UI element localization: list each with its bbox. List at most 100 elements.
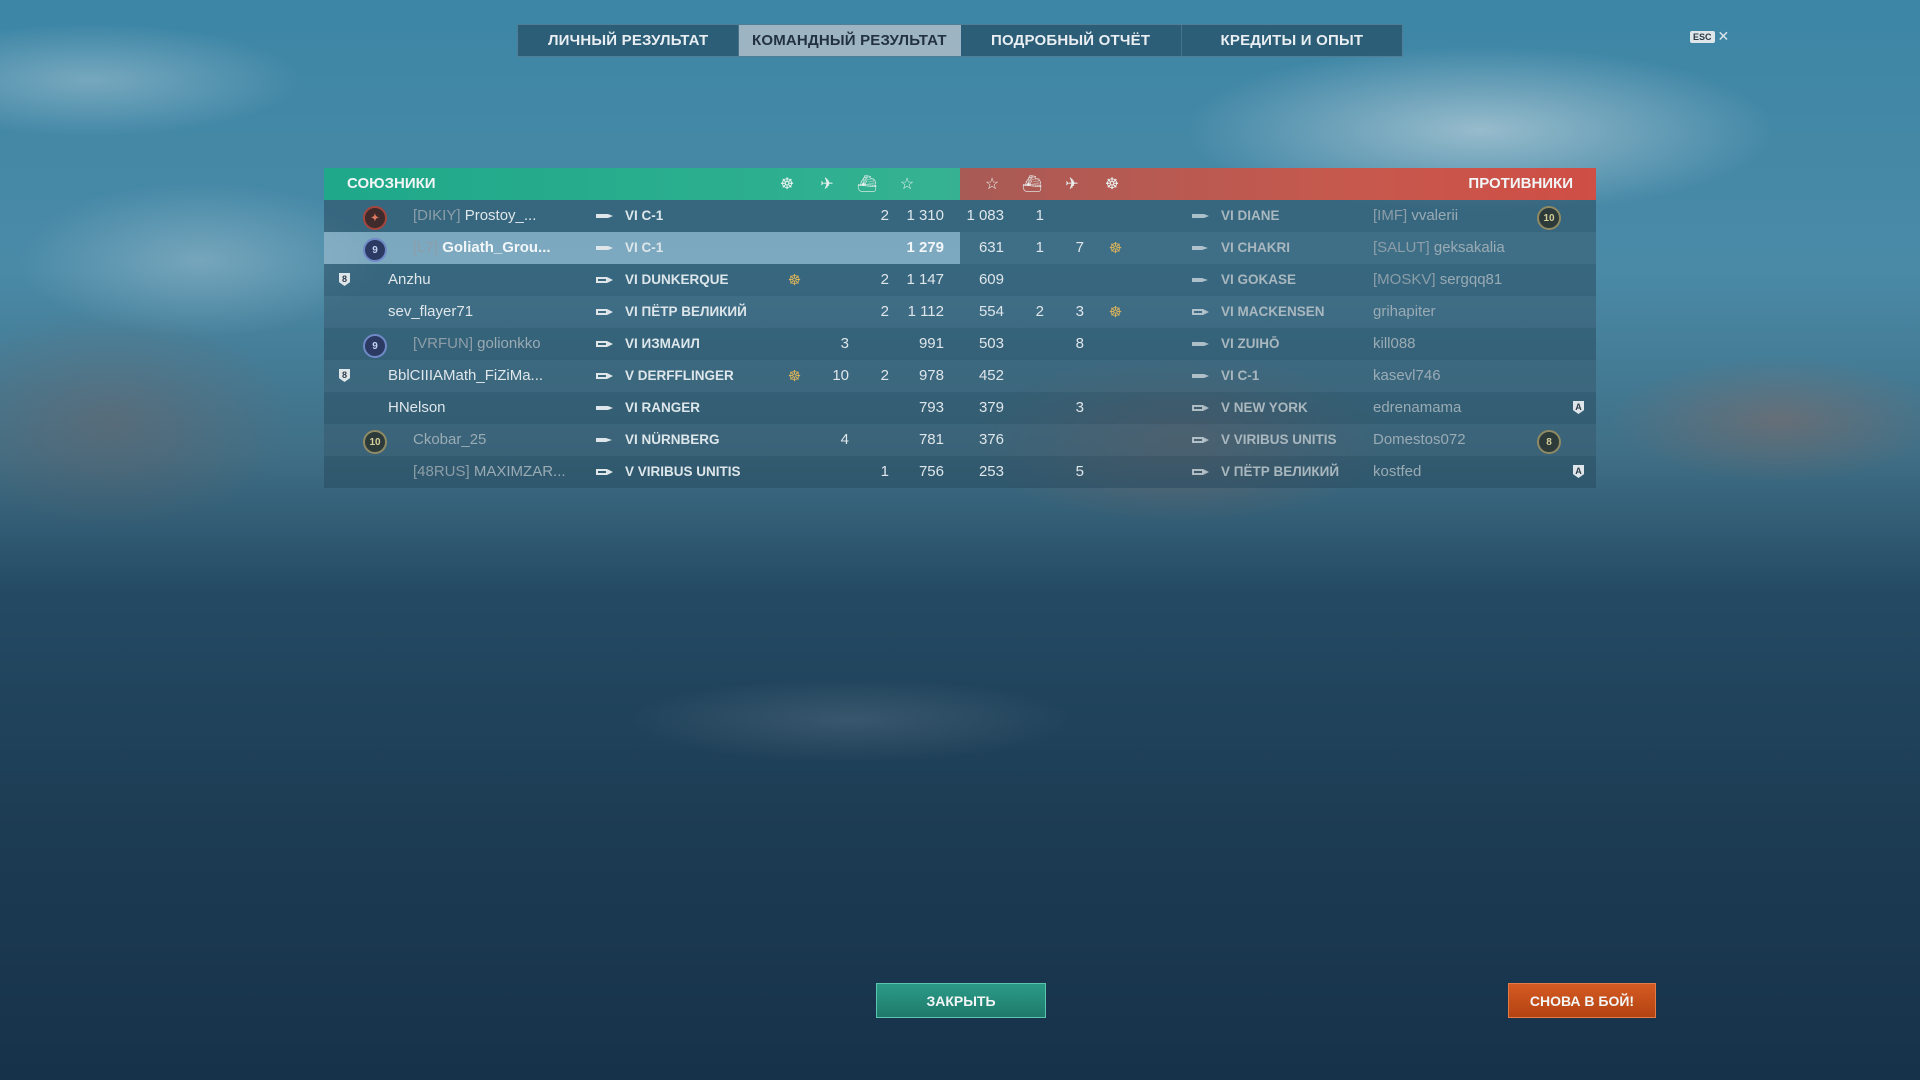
xp-value: 1 147: [906, 271, 944, 288]
kills-value: 1: [1035, 239, 1044, 256]
ally-row[interactable]: 9 [VRFUN] golionkko VI ИЗМАИЛ 3 991: [324, 328, 960, 360]
clan-tag: [IMF]: [1373, 207, 1408, 224]
ally-row[interactable]: sev_flayer71 VI ПЁТР ВЕЛИКИЙ 2 1 112: [324, 296, 960, 328]
carrier-class-icon: [1192, 214, 1209, 218]
enemies-title: ПРОТИВНИКИ: [1468, 175, 1573, 192]
player-nick: Ckobar_25: [413, 431, 487, 448]
ship-name: VI DIANE: [1221, 208, 1280, 223]
close-button[interactable]: ЗАКРЫТЬ: [876, 983, 1046, 1018]
xp-value: 1 083: [966, 207, 1004, 224]
carrier-class-icon: [596, 406, 613, 410]
player-name: BblCIIIAMath_FiZiMa...: [388, 360, 543, 392]
level-badge-icon: 10: [1537, 206, 1561, 230]
tab-1[interactable]: ЛИЧНЫЙ РЕЗУЛЬТАТ: [518, 25, 740, 56]
tab-4[interactable]: КРЕДИТЫ И ОПЫТ: [1182, 25, 1402, 56]
planes-value: 5: [1075, 463, 1084, 480]
ship-name: V VIRIBUS UNITIS: [625, 464, 741, 479]
ally-row[interactable]: 8 BblCIIIAMath_FiZiMa... V DERFFLINGER ☸ 10 2…: [324, 360, 960, 392]
tab-3[interactable]: ПОДРОБНЫЙ ОТЧЁТ: [961, 25, 1182, 56]
enemy-row[interactable]: 503 8 VI ZUIHŌ kill088: [960, 328, 1596, 360]
ally-row[interactable]: [48RUS] MAXIMZAR... V VIRIBUS UNITIS 1 756: [324, 456, 960, 488]
ship-kill-icon: ⛴: [1021, 176, 1043, 193]
ship-kill-icon: ⛴: [856, 176, 878, 193]
cruiser-class-icon: [1192, 278, 1208, 282]
enemies-header: ☆ ⛴ ✈ ☸ ПРОТИВНИКИ: [960, 168, 1596, 200]
enemy-row[interactable]: 1 083 1 VI DIANE [IMF] vvalerii 10: [960, 200, 1596, 232]
ship-name: V NEW YORK: [1221, 400, 1308, 415]
xp-value: 781: [918, 431, 944, 448]
player-name: HNelson: [388, 392, 446, 424]
player-name: [DIKIY] Prostoy_...: [413, 200, 536, 232]
result-tabs: ЛИЧНЫЙ РЕЗУЛЬТАТ КОМАНДНЫЙ РЕЗУЛЬТАТ ПОДРО…: [517, 24, 1403, 57]
enemy-row[interactable]: 376 V VIRIBUS UNITIS Domestos072 8: [960, 424, 1596, 456]
player-nick: kostfed: [1373, 463, 1422, 480]
player-nick: HNelson: [388, 399, 446, 416]
battleship-class-icon: [596, 277, 613, 283]
ship-name: V VIRIBUS UNITIS: [1221, 432, 1337, 447]
cruiser-class-icon: [1192, 246, 1208, 250]
player-name: [L7] Goliath_Grou...: [413, 232, 551, 264]
ally-row[interactable]: 9 [L7] Goliath_Grou... VI C-1 1 279: [324, 232, 960, 264]
ship-name: VI ZUIHŌ: [1221, 336, 1280, 351]
ship-name: VI RANGER: [625, 400, 701, 415]
planes-icon: ✈: [820, 176, 834, 193]
ship-name: VI ИЗМАИЛ: [625, 336, 700, 351]
xp-value: 793: [918, 399, 944, 416]
player-name: kill088: [1373, 328, 1416, 360]
enemy-row[interactable]: 609 VI GOKASE [MOSKV] sergqq81: [960, 264, 1596, 296]
battleship-class-icon: [1192, 309, 1209, 315]
xp-value: 609: [978, 271, 1004, 288]
level-badge-icon: 9: [363, 334, 387, 358]
kills-value: 2: [1035, 303, 1044, 320]
player-nick: sev_flayer71: [388, 303, 474, 320]
wreath-icon: ☸: [1108, 304, 1123, 321]
player-name: Domestos072: [1373, 424, 1466, 456]
close-esc-button[interactable]: ESC ✕: [1690, 28, 1729, 45]
ally-row[interactable]: 8 Anzhu VI DUNKERQUE ☸ 2 1 147: [324, 264, 960, 296]
ship-name: VI C-1: [625, 240, 664, 255]
ally-row[interactable]: ✦ [DIKIY] Prostoy_... VI C-1 2 1 310: [324, 200, 960, 232]
battleship-class-icon: [1192, 437, 1209, 443]
shield-icon: 8: [339, 369, 350, 382]
enemy-row[interactable]: 554 2 3 ☸ VI MACKENSEN grihapiter: [960, 296, 1596, 328]
battleship-class-icon: [596, 373, 613, 379]
planes-value: 4: [840, 431, 849, 448]
player-nick: geksakalia: [1433, 239, 1505, 256]
enemy-row[interactable]: 253 5 V ПЁТР ВЕЛИКИЙ kostfed A: [960, 456, 1596, 488]
xp-value: 756: [918, 463, 944, 480]
ally-row[interactable]: 10 Ckobar_25 VI NÜRNBERG 4 781: [324, 424, 960, 456]
ally-row[interactable]: HNelson VI RANGER 793: [324, 392, 960, 424]
planes-value: 10: [832, 367, 849, 384]
xp-value: 376: [978, 431, 1004, 448]
close-icon: ✕: [1717, 28, 1730, 44]
esc-key-icon: ESC: [1690, 30, 1715, 43]
player-name: [48RUS] MAXIMZAR...: [413, 456, 566, 488]
star-icon: ☆: [984, 176, 1000, 193]
clan-tag: [VRFUN]: [413, 335, 473, 352]
ship-name: V DERFFLINGER: [625, 368, 734, 383]
rank-a-icon: A: [1573, 401, 1584, 414]
wreath-icon: ☸: [1104, 176, 1120, 193]
ship-name: VI NÜRNBERG: [625, 432, 720, 447]
player-name: [IMF] vvalerii: [1373, 200, 1458, 232]
clan-tag: [MOSKV]: [1373, 271, 1436, 288]
battle-again-button[interactable]: СНОВА В БОЙ!: [1508, 983, 1656, 1018]
player-nick: grihapiter: [1373, 303, 1436, 320]
enemy-row[interactable]: 379 3 V NEW YORK edrenamama A: [960, 392, 1596, 424]
planes-value: 7: [1075, 239, 1084, 256]
enemy-row[interactable]: 452 VI C-1 kasevl746: [960, 360, 1596, 392]
enemy-row[interactable]: 631 1 7 ☸ VI CHAKRI [SALUT] geksakalia: [960, 232, 1596, 264]
tab-2[interactable]: КОМАНДНЫЙ РЕЗУЛЬТАТ: [739, 25, 961, 56]
ship-name: VI DUNKERQUE: [625, 272, 729, 287]
allies-title: СОЮЗНИКИ: [347, 175, 436, 192]
player-nick: kill088: [1373, 335, 1416, 352]
player-nick: MAXIMZAR...: [473, 463, 566, 480]
planes-value: 3: [1075, 399, 1084, 416]
player-nick: golionkko: [477, 335, 541, 352]
enemies-list: 1 083 1 VI DIANE [IMF] vvalerii 10 631 1 7 ☸ VI C…: [960, 200, 1596, 488]
wreath-icon: ☸: [1108, 240, 1123, 257]
kills-value: 1: [1035, 207, 1044, 224]
clan-emblem-icon: ✦: [363, 206, 387, 230]
clan-tag: [SALUT]: [1373, 239, 1430, 256]
level-badge-icon: 10: [363, 430, 387, 454]
